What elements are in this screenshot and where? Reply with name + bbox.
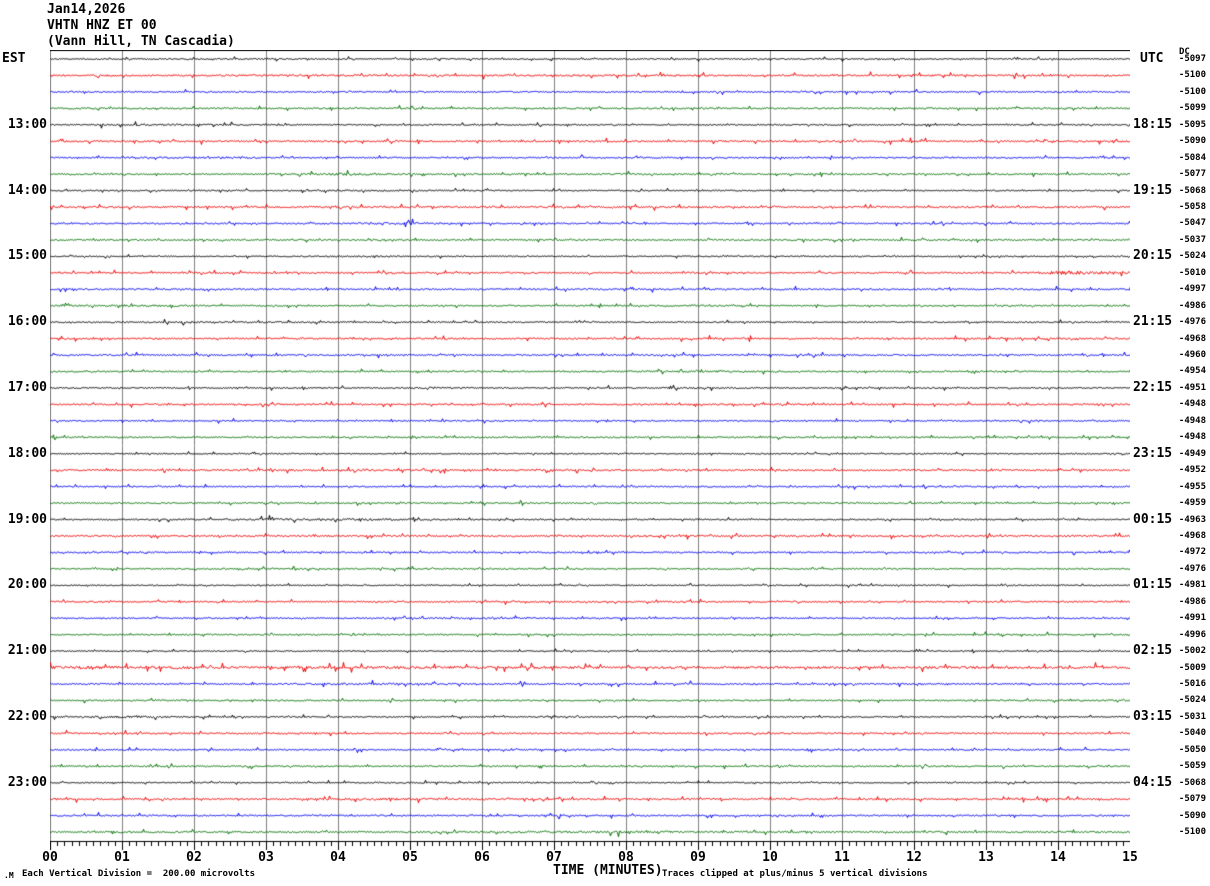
dc-value: -5037 xyxy=(1178,235,1206,245)
x-tick-label: 15 xyxy=(1122,850,1138,865)
dc-value: -4972 xyxy=(1178,547,1206,557)
corner-mark: .M xyxy=(4,871,14,880)
dc-value: -4948 xyxy=(1178,432,1206,442)
est-label: 20:00 xyxy=(7,577,47,592)
dc-value: -4996 xyxy=(1178,630,1206,640)
dc-value: -5024 xyxy=(1178,251,1206,261)
dc-value: -4955 xyxy=(1178,482,1206,492)
x-tick-label: 06 xyxy=(474,850,490,865)
utc-label: 01:15 xyxy=(1133,577,1173,592)
dc-value: -4960 xyxy=(1178,350,1206,360)
est-label: 18:00 xyxy=(7,446,47,461)
seismogram-plot xyxy=(50,50,1130,862)
dc-value: -5077 xyxy=(1178,169,1206,179)
dc-value: -5040 xyxy=(1178,728,1206,738)
x-tick-label: 04 xyxy=(330,850,346,865)
right-timezone-header: UTC xyxy=(1140,51,1164,66)
dc-value: -5009 xyxy=(1178,663,1206,673)
scale-note: Each Vertical Division = 200.00 microvol… xyxy=(22,869,255,879)
dc-value: -5016 xyxy=(1178,679,1206,689)
x-tick-label: 11 xyxy=(834,850,850,865)
title-station: VHTN HNZ ET 00 xyxy=(47,18,157,33)
dc-value: -5024 xyxy=(1178,695,1206,705)
dc-value: -4952 xyxy=(1178,465,1206,475)
dc-value: -4951 xyxy=(1178,383,1206,393)
dc-value: -5090 xyxy=(1178,811,1206,821)
dc-value: -5047 xyxy=(1178,218,1206,228)
x-tick-label: 02 xyxy=(186,850,202,865)
utc-label: 21:15 xyxy=(1133,314,1173,329)
dc-value: -4949 xyxy=(1178,449,1206,459)
dc-value: -5095 xyxy=(1178,120,1206,130)
dc-value: -4986 xyxy=(1178,597,1206,607)
title-date: Jan14,2026 xyxy=(47,2,126,17)
title-location: (Vann Hill, TN Cascadia) xyxy=(47,34,235,49)
x-tick-label: 13 xyxy=(978,850,994,865)
x-tick-label: 03 xyxy=(258,850,274,865)
dc-value: -4997 xyxy=(1178,284,1206,294)
dc-value: -5031 xyxy=(1178,712,1206,722)
dc-value: -4948 xyxy=(1178,399,1206,409)
helicorder-screen: Jan14,2026 VHTN HNZ ET 00 (Vann Hill, TN… xyxy=(0,0,1210,886)
x-tick-label: 00 xyxy=(42,850,58,865)
dc-value: -5100 xyxy=(1178,87,1206,97)
dc-value: -5079 xyxy=(1178,794,1206,804)
utc-label: 18:15 xyxy=(1133,117,1173,132)
dc-value: -5010 xyxy=(1178,268,1206,278)
utc-label: 20:15 xyxy=(1133,248,1173,263)
est-label: 23:00 xyxy=(7,775,47,790)
est-label: 15:00 xyxy=(7,248,47,263)
est-label: 17:00 xyxy=(7,380,47,395)
dc-value: -5068 xyxy=(1178,186,1206,196)
dc-value: -4963 xyxy=(1178,515,1206,525)
dc-value: -4968 xyxy=(1178,531,1206,541)
x-tick-label: 14 xyxy=(1050,850,1066,865)
dc-value: -5097 xyxy=(1178,54,1206,64)
dc-value: -4976 xyxy=(1178,564,1206,574)
utc-label: 03:15 xyxy=(1133,709,1173,724)
dc-value: -5002 xyxy=(1178,646,1206,656)
est-label: 19:00 xyxy=(7,512,47,527)
dc-value: -5100 xyxy=(1178,827,1206,837)
est-label: 22:00 xyxy=(7,709,47,724)
est-label: 14:00 xyxy=(7,183,47,198)
dc-value: -5058 xyxy=(1178,202,1206,212)
utc-label: 23:15 xyxy=(1133,446,1173,461)
dc-value: -4986 xyxy=(1178,301,1206,311)
dc-value: -4954 xyxy=(1178,366,1206,376)
dc-value: -5059 xyxy=(1178,761,1206,771)
dc-value: -4968 xyxy=(1178,334,1206,344)
dc-value: -5090 xyxy=(1178,136,1206,146)
dc-value: -5099 xyxy=(1178,103,1206,113)
utc-label: 22:15 xyxy=(1133,380,1173,395)
utc-label: 04:15 xyxy=(1133,775,1173,790)
dc-value: -5084 xyxy=(1178,153,1206,163)
clip-note: Traces clipped at plus/minus 5 vertical … xyxy=(662,869,928,879)
x-axis-label: TIME (MINUTES) xyxy=(553,863,663,878)
dc-value: -5100 xyxy=(1178,70,1206,80)
est-label: 13:00 xyxy=(7,117,47,132)
dc-value: -4948 xyxy=(1178,416,1206,426)
utc-label: 00:15 xyxy=(1133,512,1173,527)
dc-value: -5068 xyxy=(1178,778,1206,788)
x-tick-label: 05 xyxy=(402,850,418,865)
est-label: 16:00 xyxy=(7,314,47,329)
dc-value: -5050 xyxy=(1178,745,1206,755)
est-label: 21:00 xyxy=(7,643,47,658)
dc-value: -4976 xyxy=(1178,317,1206,327)
x-tick-label: 12 xyxy=(906,850,922,865)
x-tick-label: 01 xyxy=(114,850,130,865)
dc-value: -4991 xyxy=(1178,613,1206,623)
utc-label: 19:15 xyxy=(1133,183,1173,198)
dc-value: -4959 xyxy=(1178,498,1206,508)
dc-value: -4981 xyxy=(1178,580,1206,590)
x-tick-label: 10 xyxy=(762,850,778,865)
left-timezone-header: EST xyxy=(2,51,26,66)
x-tick-label: 09 xyxy=(690,850,706,865)
utc-label: 02:15 xyxy=(1133,643,1173,658)
